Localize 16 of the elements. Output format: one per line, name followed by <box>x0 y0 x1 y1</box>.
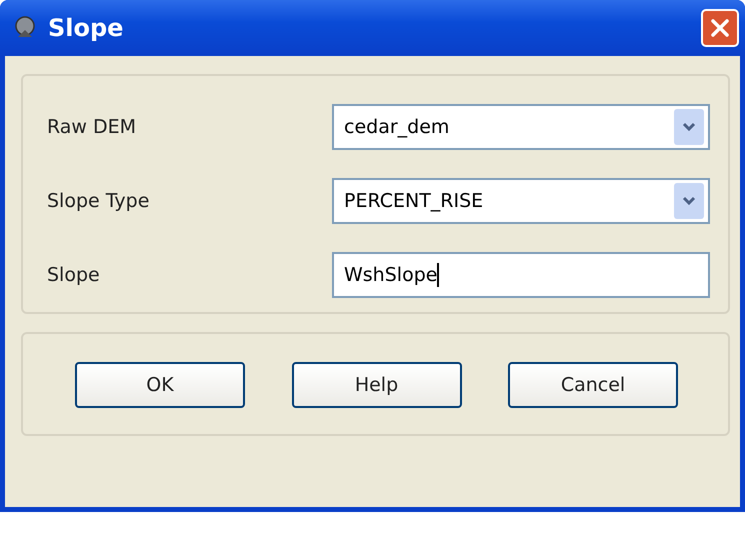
close-button[interactable] <box>701 9 739 47</box>
dropdown[interactable]: PERCENT_RISE <box>332 178 710 224</box>
dialog-button[interactable]: Help <box>292 362 462 408</box>
chevron-down-icon <box>682 122 696 132</box>
field-label: Raw DEM <box>47 116 138 138</box>
input-field[interactable]: WshSlope <box>332 252 710 298</box>
dialog-button[interactable]: OK <box>75 362 245 408</box>
chevron-down-icon <box>682 196 696 206</box>
dropdown[interactable]: cedar_dem <box>332 104 710 150</box>
dialog-button[interactable]: Cancel <box>508 362 678 408</box>
dropdown-arrow-button[interactable] <box>674 183 704 219</box>
field-label: Slope <box>47 264 101 286</box>
dropdown-arrow-button[interactable] <box>674 109 704 145</box>
window-title: Slope <box>48 14 124 42</box>
field-label: Slope Type <box>47 190 150 212</box>
close-icon <box>708 16 732 40</box>
